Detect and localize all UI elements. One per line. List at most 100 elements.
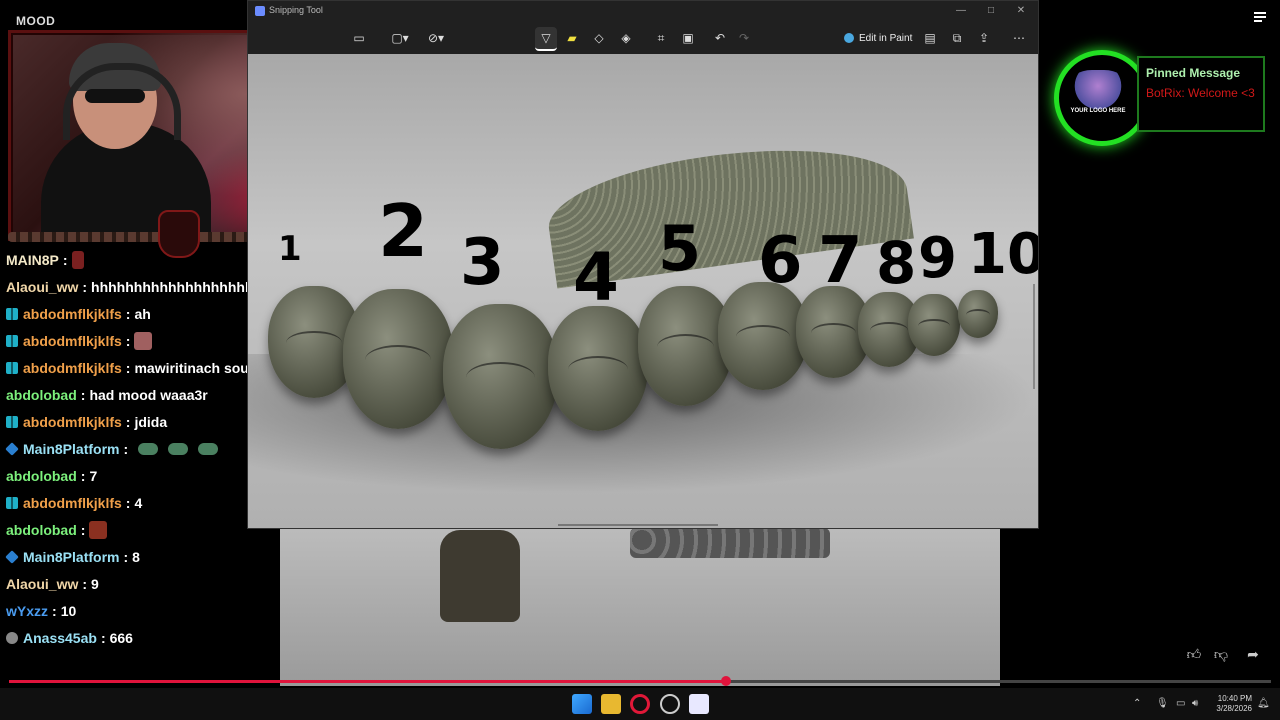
- chat-username[interactable]: Alaoui_ww: [6, 576, 78, 592]
- chat-message: abdodmflkjklfs: ah: [6, 300, 276, 327]
- vertical-scrollbar[interactable]: [1033, 284, 1035, 389]
- handwritten-number: 9: [918, 226, 957, 291]
- chat-separator: :: [125, 332, 131, 349]
- platform-badge-icon: [5, 441, 19, 456]
- edit-in-paint-label: Edit in Paint: [859, 32, 913, 44]
- chat-username[interactable]: abdolobad: [6, 522, 77, 538]
- like-icon[interactable]: 👍︎: [1185, 645, 1203, 663]
- chat-message: Main8Platform:: [5, 435, 276, 462]
- edit-in-paint-button[interactable]: Edit in Paint: [844, 29, 912, 47]
- start-icon[interactable]: [572, 694, 592, 714]
- chat-username[interactable]: abdodmflkjklfs: [23, 333, 122, 349]
- mascot-icon: [1068, 70, 1128, 110]
- chat-text: 666: [109, 629, 133, 646]
- chat-separator: :: [82, 575, 88, 592]
- titlebar[interactable]: Snipping Tool — □ ✕: [248, 1, 1038, 21]
- chat-username[interactable]: abdodmflkjklfs: [23, 360, 122, 376]
- subscriber-badge-icon: [6, 334, 18, 347]
- network-icon[interactable]: ▭: [1176, 698, 1185, 709]
- chat-separator: :: [125, 305, 131, 322]
- text-actions-icon[interactable]: ▣: [677, 27, 699, 49]
- chat-username[interactable]: Anass45ab: [23, 630, 97, 646]
- chat-message: abdodmflkjklfs: jdida: [6, 408, 276, 435]
- opera-gx-icon[interactable]: [630, 694, 650, 714]
- tray-chevron-icon[interactable]: ⌃: [1133, 698, 1141, 709]
- chat-text: ah: [134, 305, 151, 322]
- snipping-tool-icon: [255, 6, 265, 16]
- chat-message: Alaoui_ww: hhhhhhhhhhhhhhhhhhhh: [6, 273, 276, 300]
- clock-time: 10:40 PM: [1217, 694, 1252, 703]
- pinned-text: BotRix: Welcome <3: [1146, 86, 1255, 100]
- pinned-title: Pinned Message: [1146, 66, 1241, 80]
- chat-username[interactable]: Alaoui_ww: [6, 279, 78, 295]
- chat-username[interactable]: abdodmflkjklfs: [23, 414, 122, 430]
- microphone-icon[interactable]: 🎙︎: [1156, 698, 1169, 709]
- chat-username[interactable]: MAIN8P: [6, 252, 59, 268]
- stream-title: MOOD: [16, 14, 56, 28]
- snipping-tool-taskbar-icon[interactable]: [689, 694, 709, 714]
- chat-separator: :: [125, 494, 131, 511]
- chat-separator: :: [100, 629, 106, 646]
- minimize-button[interactable]: —: [946, 3, 976, 19]
- progress-scrubber[interactable]: [720, 676, 731, 686]
- eraser-icon[interactable]: ◇: [588, 27, 610, 49]
- maximize-button[interactable]: □: [976, 3, 1006, 19]
- undo-icon[interactable]: ↶: [709, 27, 731, 49]
- handwritten-number: 4: [573, 239, 619, 316]
- delay-timer-dropdown[interactable]: ⊘▾: [422, 27, 450, 49]
- chat-message: abdolobad:7: [6, 462, 276, 489]
- chat-text: 7: [89, 467, 98, 484]
- handwritten-number: 1: [278, 229, 302, 269]
- copy-icon[interactable]: ⧉: [946, 27, 968, 49]
- stone-head: [343, 289, 453, 429]
- pen-tool-icon[interactable]: ▽: [535, 27, 557, 51]
- share-arrow-icon[interactable]: ➦: [1244, 645, 1262, 663]
- chat-username[interactable]: abdodmflkjklfs: [23, 495, 122, 511]
- chat-separator: :: [123, 440, 129, 457]
- share-icon[interactable]: ⇪: [973, 27, 995, 49]
- highlighter-icon[interactable]: ▰: [561, 27, 583, 49]
- chat-username[interactable]: abdolobad: [6, 387, 77, 403]
- chat-list: MAIN8P: Alaoui_ww: hhhhhhhhhhhhhhhhhhhh abd…: [5, 246, 276, 651]
- avatar-badge-icon: [6, 631, 18, 644]
- platform-badge-icon: [5, 549, 19, 564]
- chat-text: hhhhhhhhhhhhhhhhhhhh: [91, 278, 263, 295]
- redo-icon[interactable]: ↷: [733, 27, 755, 49]
- chat-username[interactable]: Main8Platform: [23, 549, 119, 565]
- save-icon[interactable]: ▤: [919, 27, 941, 49]
- horizontal-scrollbar[interactable]: [558, 524, 718, 526]
- snipping-tool-window[interactable]: Snipping Tool — □ ✕ ▭ ▢▾ ⊘▾ ▽ ▰ ◇ ◈ ⌗ ▣ …: [247, 0, 1039, 529]
- chat-separator: :: [125, 413, 131, 430]
- chat-message: abdolobad:: [6, 516, 276, 543]
- chat-message: MAIN8P:: [6, 246, 276, 273]
- snip-shape-dropdown[interactable]: ▢▾: [386, 27, 414, 49]
- chat-username[interactable]: abdolobad: [6, 468, 77, 484]
- queue-menu-icon[interactable]: [1254, 12, 1266, 24]
- stone-head: [718, 282, 808, 390]
- clock[interactable]: 10:40 PM 3/28/2026: [1212, 694, 1252, 714]
- stone-head: [908, 294, 960, 356]
- chat-text: 8: [132, 548, 140, 565]
- close-button[interactable]: ✕: [1006, 3, 1036, 19]
- file-explorer-icon[interactable]: [601, 694, 621, 714]
- chat-text: 9: [91, 575, 99, 592]
- streamer-glasses: [85, 89, 145, 103]
- obs-icon[interactable]: [660, 694, 680, 714]
- screenshot-canvas[interactable]: 1 2 3 4 5 6 7 8 9 10: [248, 54, 1038, 528]
- chat-username[interactable]: Main8Platform: [23, 441, 119, 457]
- volume-icon[interactable]: 🔊︎: [1192, 698, 1198, 709]
- dislike-icon[interactable]: 👎︎: [1212, 645, 1230, 663]
- more-options-icon[interactable]: ⋯: [1008, 27, 1030, 49]
- chat-message: Main8Platform:8: [5, 543, 276, 570]
- chat-message: abdodmflkjklfs:: [6, 327, 276, 354]
- chat-text: had mood waaa3r: [89, 386, 208, 403]
- chat-username[interactable]: wYxzz: [6, 603, 48, 619]
- window-title: Snipping Tool: [269, 5, 323, 15]
- video-mode-icon[interactable]: ▭: [348, 27, 370, 49]
- notifications-icon[interactable]: 🔔︎: [1257, 698, 1270, 709]
- crop-icon[interactable]: ⌗: [650, 27, 672, 49]
- statue-heads: [630, 528, 830, 558]
- chat-username[interactable]: abdodmflkjklfs: [23, 306, 122, 322]
- stone-head: [958, 290, 998, 338]
- shapes-icon[interactable]: ◈: [615, 27, 637, 49]
